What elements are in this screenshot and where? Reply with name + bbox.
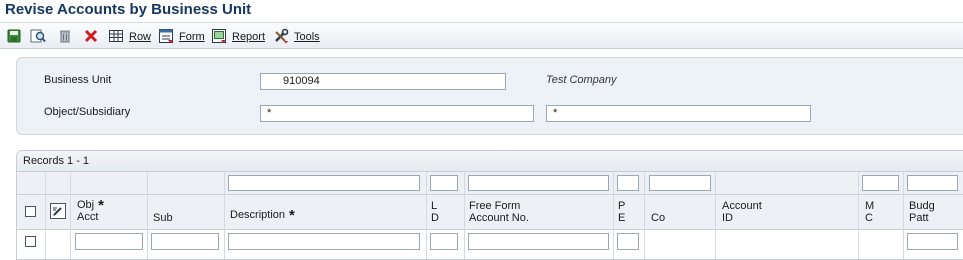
tools-menu-icon[interactable] bbox=[273, 28, 289, 44]
row-menu-icon[interactable] bbox=[108, 28, 124, 44]
report-menu-icon[interactable] bbox=[211, 28, 227, 44]
sub-input[interactable] bbox=[151, 233, 219, 250]
edit-row-icon[interactable] bbox=[50, 203, 66, 219]
ld-input[interactable] bbox=[430, 233, 458, 250]
qbe-budg-patt-input[interactable] bbox=[907, 175, 958, 191]
column-divider bbox=[644, 172, 645, 259]
col-header-budg-patt[interactable]: Budg Patt bbox=[909, 200, 935, 224]
records-count: Records 1 - 1 bbox=[23, 155, 90, 167]
column-divider bbox=[70, 172, 71, 259]
delete-icon[interactable] bbox=[57, 28, 73, 44]
column-divider bbox=[903, 172, 904, 259]
column-divider bbox=[147, 172, 148, 259]
page-title: Revise Accounts by Business Unit bbox=[5, 1, 252, 18]
col-header-pe[interactable]: PE bbox=[618, 200, 625, 224]
subsidiary-field[interactable]: * bbox=[546, 105, 811, 122]
col-header-ld[interactable]: LD bbox=[431, 200, 439, 224]
business-unit-label: Business Unit bbox=[44, 74, 112, 86]
business-unit-field[interactable]: 910094 bbox=[260, 73, 506, 90]
free-form-input[interactable] bbox=[468, 233, 609, 250]
save-icon[interactable] bbox=[6, 28, 22, 44]
col-header-co[interactable]: Co bbox=[651, 212, 665, 224]
object-account-field[interactable]: * bbox=[260, 105, 534, 122]
qbe-ld-input[interactable] bbox=[430, 175, 458, 191]
column-header-row: Obj * Acct Sub Description * LD Free Form A… bbox=[17, 195, 963, 230]
column-divider bbox=[464, 172, 465, 259]
qbe-description-input[interactable] bbox=[228, 175, 420, 191]
col-header-obj-acct[interactable]: Obj * Acct bbox=[77, 198, 104, 223]
query-by-example-row bbox=[17, 172, 963, 195]
records-bar: Records 1 - 1 bbox=[17, 151, 963, 172]
column-divider bbox=[715, 172, 716, 259]
required-marker: * bbox=[289, 207, 295, 224]
tools-menu-button[interactable]: Tools bbox=[294, 31, 320, 43]
qbe-free-form-input[interactable] bbox=[468, 175, 609, 191]
table-row bbox=[17, 230, 963, 254]
obj-acct-input[interactable] bbox=[75, 233, 143, 250]
row-checkbox[interactable] bbox=[25, 236, 36, 247]
description-input[interactable] bbox=[228, 233, 420, 250]
toolbar: Row Form Report Tools bbox=[0, 22, 963, 49]
report-menu-button[interactable]: Report bbox=[232, 31, 265, 43]
qbe-mc-input[interactable] bbox=[862, 175, 899, 191]
form-menu-button[interactable]: Form bbox=[179, 31, 205, 43]
col-header-account-id[interactable]: Account ID bbox=[722, 200, 762, 224]
title-bar: Revise Accounts by Business Unit bbox=[0, 0, 963, 22]
column-divider bbox=[613, 172, 614, 259]
budg-patt-input[interactable] bbox=[907, 233, 958, 250]
header-panel: Business Unit 910094 Test Company Object… bbox=[16, 57, 963, 135]
business-unit-description: Test Company bbox=[546, 74, 617, 86]
find-icon[interactable] bbox=[30, 28, 46, 44]
column-divider bbox=[45, 172, 46, 259]
object-subsidiary-label: Object/Subsidiary bbox=[44, 106, 131, 118]
required-marker: * bbox=[98, 197, 104, 214]
row-menu-button[interactable]: Row bbox=[129, 31, 151, 43]
cancel-icon[interactable] bbox=[83, 28, 99, 44]
col-header-description[interactable]: Description * bbox=[230, 207, 295, 224]
pe-input[interactable] bbox=[617, 233, 639, 250]
col-header-free-form[interactable]: Free Form Account No. bbox=[469, 200, 529, 224]
col-header-mc[interactable]: MC bbox=[865, 200, 874, 224]
column-divider bbox=[858, 172, 859, 259]
accounts-grid: Records 1 - 1 Obj * Acct Sub Description… bbox=[16, 150, 963, 260]
column-divider bbox=[426, 172, 427, 259]
select-all-checkbox[interactable] bbox=[25, 206, 36, 217]
form-menu-icon[interactable] bbox=[158, 28, 174, 44]
col-header-sub[interactable]: Sub bbox=[153, 212, 173, 224]
column-divider bbox=[224, 172, 225, 259]
qbe-co-input[interactable] bbox=[649, 175, 711, 191]
qbe-pe-input[interactable] bbox=[617, 175, 639, 191]
